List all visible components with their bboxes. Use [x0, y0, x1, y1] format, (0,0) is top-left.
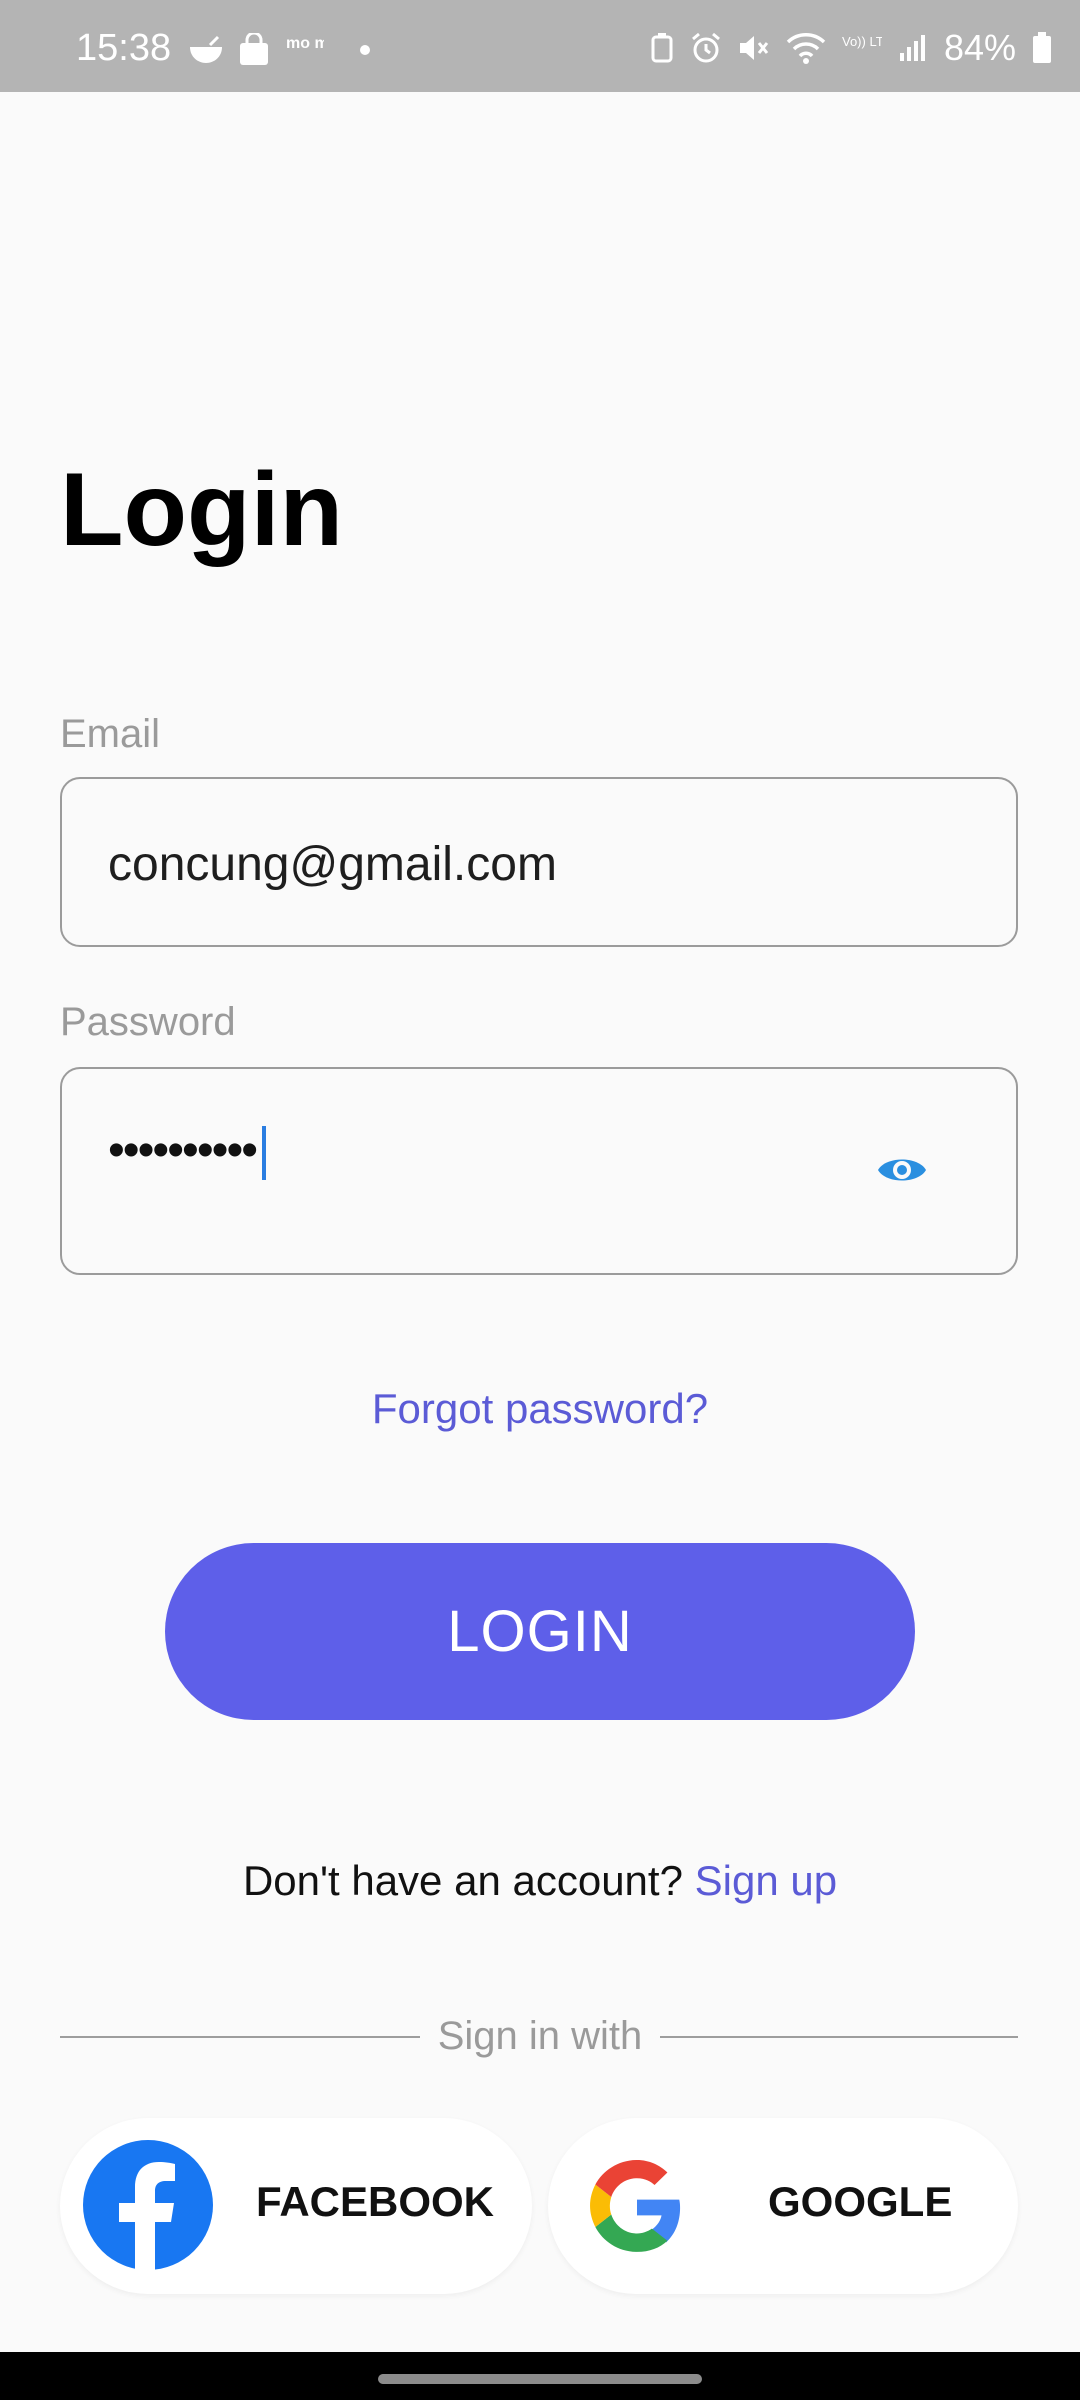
email-input[interactable] — [108, 837, 888, 892]
facebook-button[interactable]: FACEBOOK — [60, 2118, 532, 2294]
forgot-password-link[interactable]: Forgot password? — [0, 1385, 1080, 1433]
email-field[interactable] — [60, 777, 1018, 947]
momo-icon: mo mo — [286, 35, 324, 52]
mute-icon — [739, 36, 769, 60]
volte-icon: Vo)) LTE1 — [842, 34, 882, 49]
signup-link[interactable]: Sign up — [695, 1857, 837, 1904]
password-masked-value: •••••••••• — [108, 1124, 258, 1177]
divider-right — [660, 2036, 1018, 2038]
signup-row: Don't have an account? Sign up — [0, 1857, 1080, 1905]
battery-saver-icon — [651, 33, 673, 63]
navigation-bar — [0, 2352, 1080, 2400]
login-button[interactable]: LOGIN — [165, 1543, 915, 1720]
password-field[interactable]: •••••••••• — [60, 1067, 1018, 1275]
notification-icons: mo mo — [188, 30, 370, 70]
home-indicator[interactable] — [378, 2374, 702, 2384]
facebook-icon — [83, 2140, 213, 2270]
status-bar: 15:38 mo mo Vo)) LTE1 84% — [0, 0, 1080, 92]
battery-percentage: 84% — [943, 27, 1016, 68]
bowl-icon — [190, 35, 222, 63]
text-cursor — [262, 1126, 267, 1181]
eye-icon[interactable] — [876, 1151, 928, 1189]
system-icons: Vo)) LTE1 84% — [650, 27, 1052, 68]
signup-prompt: Don't have an account? — [242, 1857, 695, 1904]
facebook-label: FACEBOOK — [256, 2178, 495, 2225]
status-time: 15:38 — [76, 27, 172, 69]
more-notifications-dot — [360, 45, 370, 55]
email-label: Email — [60, 712, 161, 756]
password-input[interactable]: •••••••••• — [108, 1123, 267, 1181]
google-button[interactable]: GOOGLE — [548, 2118, 1018, 2294]
shopping-bag-icon — [240, 33, 268, 65]
page-title: Login — [60, 452, 344, 568]
google-label: GOOGLE — [768, 2178, 953, 2225]
wifi-icon — [786, 33, 826, 64]
battery-icon — [1033, 32, 1051, 63]
alarm-icon — [691, 32, 720, 63]
svg-text:Vo)) LTE1: Vo)) LTE1 — [842, 34, 882, 49]
password-label: Password — [60, 1000, 236, 1044]
svg-text:mo mo: mo mo — [286, 35, 324, 52]
google-icon — [590, 2160, 681, 2252]
signal-icon — [899, 35, 925, 61]
